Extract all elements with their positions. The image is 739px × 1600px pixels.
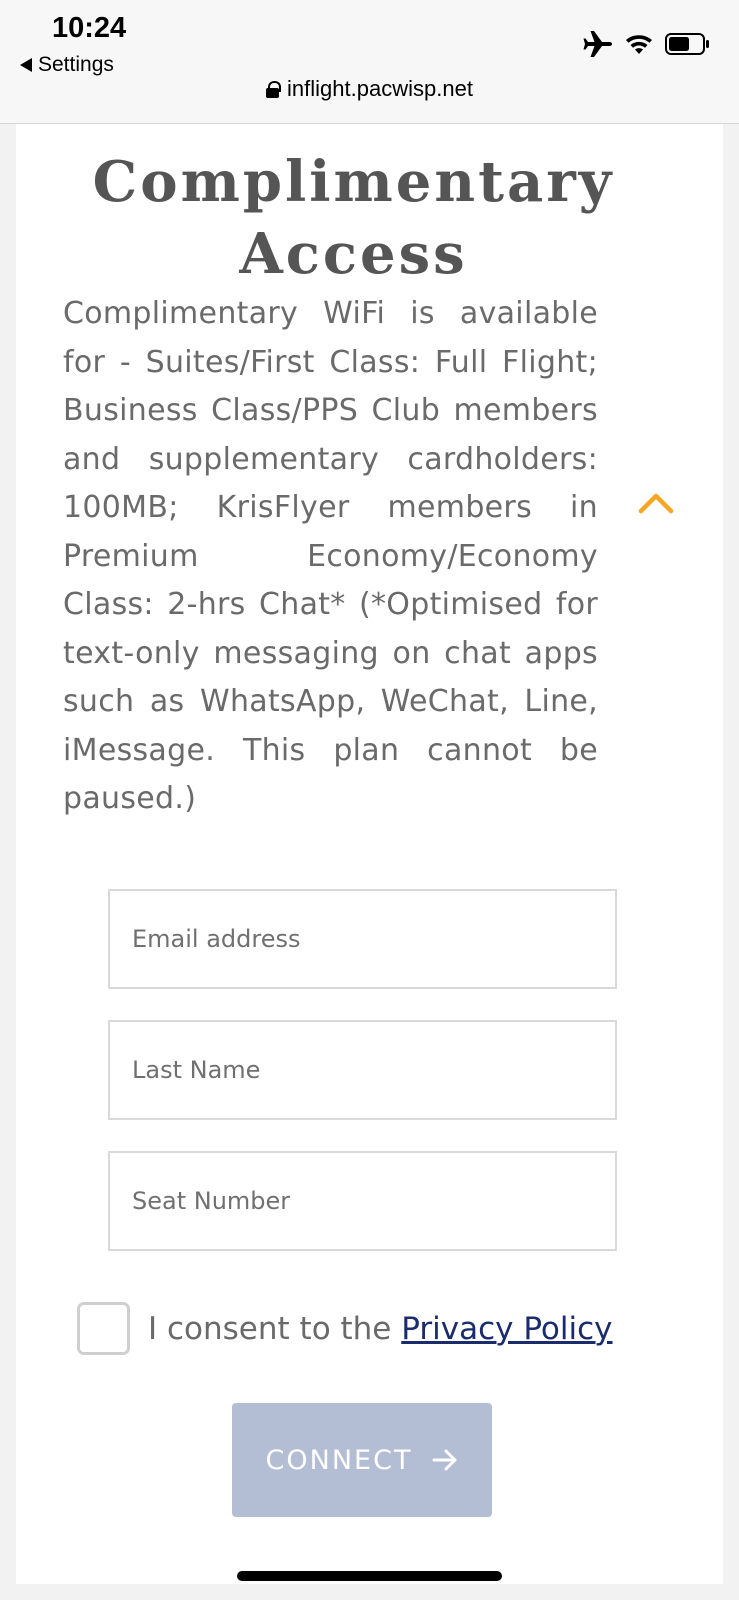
connect-button[interactable]: CONNECT: [232, 1403, 492, 1517]
url-text: inflight.pacwisp.net: [287, 76, 473, 101]
email-field[interactable]: [108, 889, 617, 989]
consent-row: I consent to the Privacy Policy: [77, 1302, 613, 1355]
plan-description: Complimentary WiFi is available for - Su…: [63, 296, 598, 816]
back-to-settings[interactable]: Settings: [20, 53, 114, 77]
card-title-line2: Access: [239, 221, 468, 287]
back-arrow-icon: [20, 58, 32, 72]
arrow-right-icon: [432, 1449, 457, 1471]
back-label: Settings: [38, 53, 114, 76]
connect-label: CONNECT: [265, 1444, 413, 1476]
status-icons: [583, 30, 711, 58]
airplane-mode-icon: [583, 31, 612, 57]
battery-icon: [665, 33, 709, 55]
complimentary-access-card: Complimentary Access Complimentary WiFi …: [16, 124, 723, 1584]
consent-text: I consent to the: [148, 1310, 392, 1347]
status-bar: 10:24 Settings inflight.pacwisp.net: [0, 0, 739, 124]
seat-number-field[interactable]: [108, 1151, 617, 1251]
lock-icon: [266, 80, 282, 98]
consent-checkbox[interactable]: [77, 1302, 130, 1355]
chevron-up-icon[interactable]: [638, 490, 674, 514]
last-name-field[interactable]: [108, 1020, 617, 1120]
privacy-policy-link[interactable]: Privacy Policy: [401, 1311, 612, 1347]
card-title: Complimentary Access: [16, 146, 691, 290]
clock: 10:24: [52, 12, 127, 44]
card-title-line1: Complimentary: [92, 149, 615, 215]
home-indicator[interactable]: [237, 1571, 502, 1581]
address-bar[interactable]: inflight.pacwisp.net: [0, 76, 739, 102]
wifi-icon: [626, 35, 652, 54]
